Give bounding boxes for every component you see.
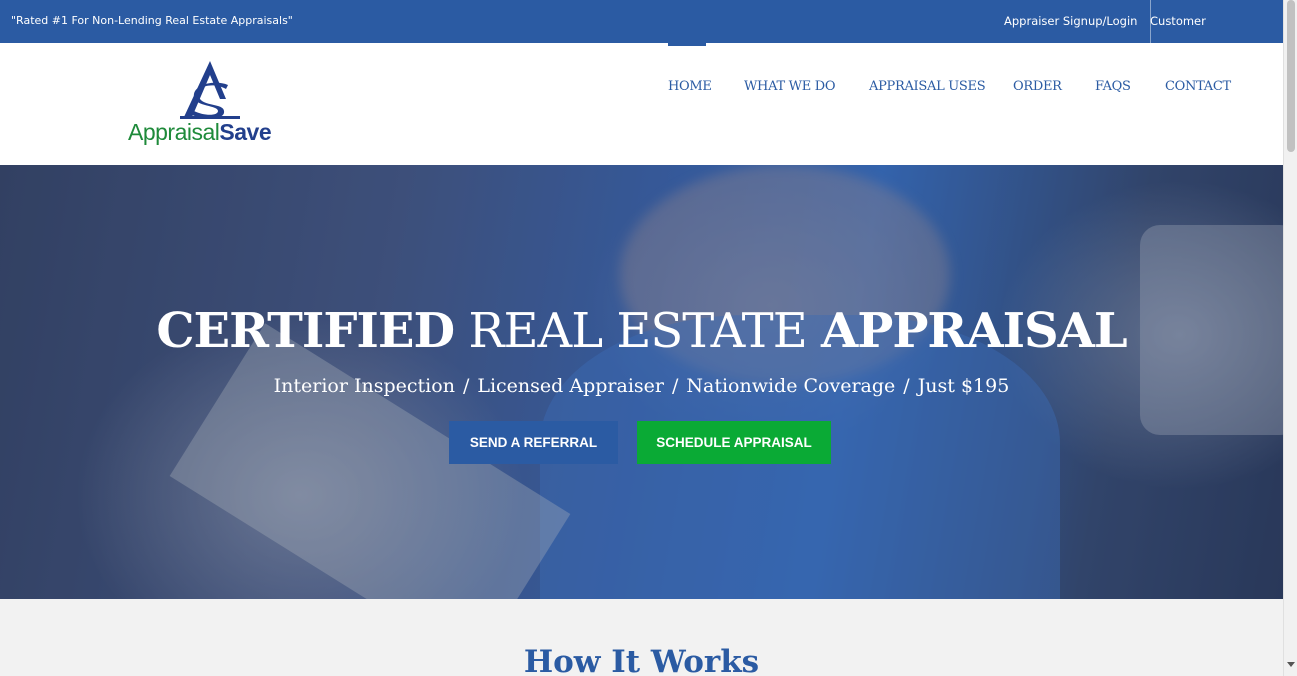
hero-title-certified: CERTIFIED (156, 303, 455, 359)
customer-signup-login-link[interactable]: Customer Signup/Login (1137, 0, 1283, 71)
logo-word-appraisal: Appraisal (128, 119, 220, 145)
tagline: "Rated #1 For Non-Lending Real Estate Ap… (11, 14, 293, 27)
nav-home[interactable]: HOME (668, 79, 712, 94)
top-bar: "Rated #1 For Non-Lending Real Estate Ap… (0, 0, 1283, 71)
scroll-down-arrow-icon[interactable] (1287, 662, 1295, 667)
logo-word-save: Save (219, 119, 272, 145)
nav-order[interactable]: ORDER (1013, 79, 1062, 94)
nav-appraisal-uses[interactable]: APPRAISAL USES (869, 79, 986, 94)
appraisalsave-logo-icon (180, 61, 240, 119)
appraiser-signup-login-link[interactable]: Appraiser Signup/Login (991, 0, 1152, 43)
hero-separator: / (462, 375, 470, 397)
hero-title: CERTIFIED REAL ESTATE APPRAISAL (0, 303, 1283, 359)
hero-title-appraisal: APPRAISAL (821, 303, 1128, 359)
hero-feature: Interior Inspection (273, 375, 455, 397)
hero-feature: Nationwide Coverage (686, 375, 896, 397)
schedule-appraisal-button[interactable]: SCHEDULE APPRAISAL (637, 421, 831, 464)
hero-feature: Licensed Appraiser (477, 375, 664, 397)
hero-separator: / (903, 375, 910, 397)
hero-subtitle: Interior Inspection / Licensed Appraiser / N… (0, 375, 1283, 397)
hero-feature: Just $195 (917, 375, 1010, 397)
scrollbar-thumb[interactable] (1287, 0, 1295, 152)
how-it-works-heading: How It Works (523, 644, 760, 676)
nav-contact[interactable]: CONTACT (1165, 79, 1231, 94)
send-referral-button[interactable]: SEND A REFERRAL (449, 421, 618, 464)
nav-active-indicator (668, 43, 706, 46)
hero-separator: / (671, 375, 679, 397)
site-logo[interactable]: AppraisalSave (128, 59, 298, 151)
hero-title-real-estate: REAL ESTATE (468, 303, 807, 359)
hero-banner: CERTIFIED REAL ESTATE APPRAISAL Interior… (0, 165, 1283, 599)
nav-faqs[interactable]: FAQS (1095, 79, 1131, 94)
page-scrollbar[interactable] (1283, 0, 1297, 676)
site-header: AppraisalSave HOME WHAT WE DO APPRAISAL … (0, 43, 1283, 165)
logo-wordmark: AppraisalSave (128, 119, 272, 146)
nav-what-we-do[interactable]: WHAT WE DO (744, 79, 836, 94)
